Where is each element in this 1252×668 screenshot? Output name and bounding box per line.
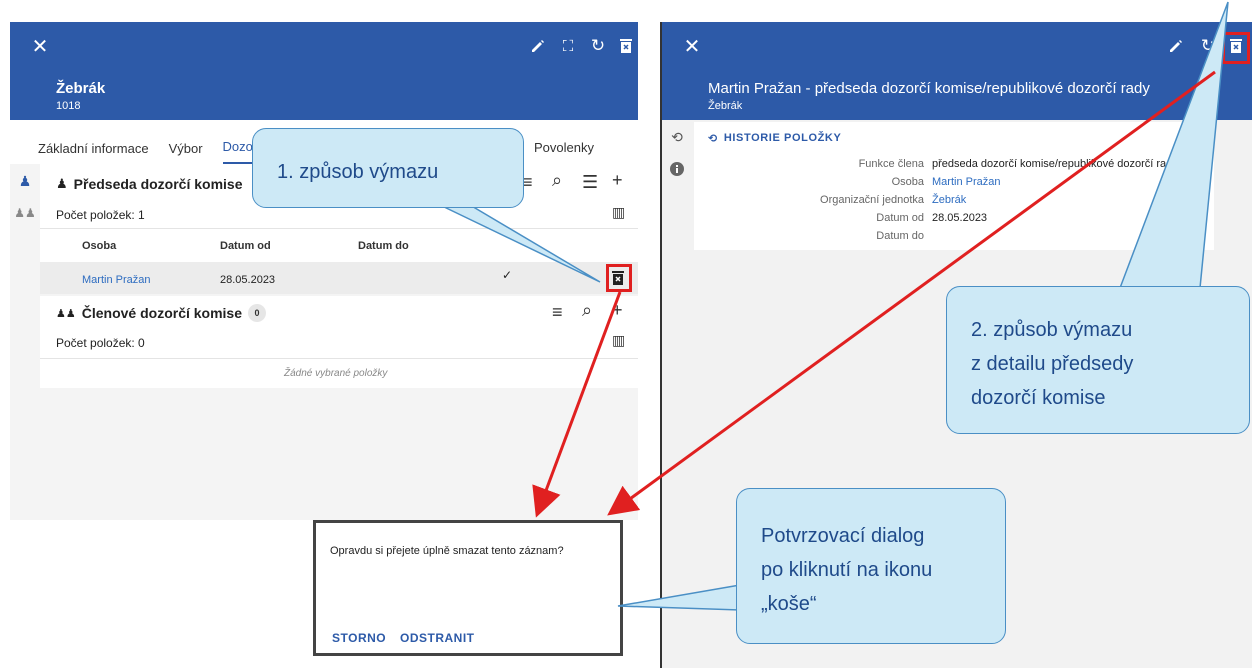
column-header-datum-do[interactable]: Datum do bbox=[358, 240, 409, 252]
callout-2-line1: 2. způsob výmazu bbox=[971, 319, 1133, 341]
row-delete-highlight bbox=[606, 264, 632, 292]
confirm-dialog: Opravdu si přejete úplně smazat tento zá… bbox=[313, 520, 623, 656]
field-value-funkce: předseda dozorčí komise/republikové dozo… bbox=[932, 158, 1178, 170]
right-header: ✕ ↻ Martin Pražan - předseda dozorčí kom… bbox=[662, 22, 1252, 120]
callout-3-line1: Potvrzovací dialog bbox=[761, 525, 925, 547]
fullscreen-icon[interactable]: ⛶ bbox=[558, 36, 578, 56]
section2-title: ♟♟ Členové dozorčí komise 0 bbox=[56, 304, 267, 322]
delete-highlight bbox=[1222, 32, 1250, 64]
tab-povolenky[interactable]: Povolenky bbox=[534, 140, 594, 155]
callout-3-line2: po kliknutí na ikonu bbox=[761, 559, 933, 581]
filter-icon[interactable]: ≡ bbox=[552, 302, 563, 323]
count-badge: 0 bbox=[248, 304, 267, 322]
field-label-org: Organizační jednotka bbox=[820, 194, 924, 206]
callout-3-line3: „koše“ bbox=[761, 593, 817, 615]
callout-1-text: 1. způsob výmazu bbox=[277, 161, 439, 183]
group-icon[interactable]: ♟♟ bbox=[14, 204, 36, 222]
edit-icon[interactable] bbox=[528, 36, 548, 56]
divider bbox=[40, 228, 638, 229]
section1-title-text: Předseda dozorčí komise bbox=[73, 176, 243, 192]
search-icon[interactable]: ⌕ bbox=[552, 170, 562, 191]
history-label: HISTORIE POLOŽKY bbox=[723, 132, 842, 144]
callout-2-line3: dozorčí komise bbox=[971, 387, 1106, 409]
tab-zakladni-informace[interactable]: Základní informace bbox=[38, 141, 149, 164]
refresh-icon[interactable]: ↻ bbox=[588, 36, 608, 56]
side-rail bbox=[662, 120, 692, 668]
row-osoba-link[interactable]: Martin Pražan bbox=[82, 274, 150, 286]
group-icon: ♟♟ bbox=[56, 307, 76, 320]
add-icon[interactable]: + bbox=[612, 300, 623, 321]
close-icon[interactable]: ✕ bbox=[682, 36, 702, 58]
panel-subtitle: 1018 bbox=[56, 100, 81, 112]
info-icon[interactable] bbox=[668, 160, 686, 178]
callout-1: 1. způsob výmazu bbox=[252, 128, 524, 208]
history-link[interactable]: ⟲ HISTORIE POLOŽKY bbox=[708, 132, 841, 145]
dialog-message: Opravdu si přejete úplně smazat tento zá… bbox=[330, 545, 564, 557]
callout-2: 2. způsob výmazu z detailu předsedy dozo… bbox=[946, 286, 1250, 434]
tabs: Základní informace Výbor Dozor bbox=[38, 120, 277, 164]
detail-subtitle: Žebrák bbox=[708, 100, 743, 112]
field-label-datum-do: Datum do bbox=[876, 230, 924, 242]
delete-icon[interactable] bbox=[616, 36, 636, 56]
row-check: ✓ bbox=[502, 268, 513, 282]
refresh-icon[interactable]: ↻ bbox=[1198, 36, 1218, 56]
search-icon[interactable]: ⌕ bbox=[582, 300, 592, 321]
field-label-datum-od: Datum od bbox=[876, 212, 924, 224]
panel-title: Žebrák bbox=[56, 80, 106, 97]
callout-2-line2: z detailu předsedy bbox=[971, 353, 1134, 375]
divider bbox=[40, 358, 638, 359]
column-header-datum-od[interactable]: Datum od bbox=[220, 240, 271, 252]
detail-title: Martin Pražan - předseda dozorčí komise/… bbox=[708, 80, 1150, 97]
section2-title-text: Členové dozorčí komise bbox=[81, 305, 243, 321]
field-label-osoba: Osoba bbox=[891, 176, 924, 188]
field-label-funkce: Funkce člena bbox=[858, 158, 924, 170]
tab-vybor[interactable]: Výbor bbox=[169, 141, 203, 164]
close-icon[interactable]: ✕ bbox=[30, 36, 50, 58]
edit-icon[interactable] bbox=[1166, 36, 1186, 56]
confirm-delete-button[interactable]: ODSTRANIT bbox=[400, 631, 475, 645]
left-panel: ✕ ⛶ ↻ Žebrák 1018 Základní informace Výb… bbox=[10, 22, 638, 520]
columns-icon[interactable]: ▥ bbox=[612, 332, 625, 349]
history-icon: ⟲ bbox=[708, 133, 718, 145]
cancel-button[interactable]: STORNO bbox=[332, 631, 386, 645]
callout-3: Potvrzovací dialog po kliknutí na ikonu … bbox=[736, 488, 1006, 644]
add-icon[interactable]: + bbox=[612, 170, 623, 191]
person-icon[interactable]: ♟ bbox=[16, 172, 34, 190]
row-datum-od: 28.05.2023 bbox=[220, 274, 276, 286]
column-header-osoba[interactable]: Osoba bbox=[82, 240, 116, 252]
list-icon[interactable]: ☰ bbox=[582, 172, 598, 193]
field-value-datum-od: 28.05.2023 bbox=[932, 212, 988, 224]
field-value-org[interactable]: Žebrák bbox=[932, 194, 966, 206]
columns-icon[interactable]: ▥ bbox=[612, 204, 625, 221]
section2-count: Počet položek: 0 bbox=[56, 336, 145, 350]
left-header: ✕ ⛶ ↻ Žebrák 1018 bbox=[10, 22, 638, 120]
field-value-osoba[interactable]: Martin Pražan bbox=[932, 176, 1000, 188]
history-icon[interactable]: ⟲ bbox=[668, 128, 686, 146]
section1-title: ♟ Předseda dozorčí komise bbox=[56, 176, 243, 192]
person-icon: ♟ bbox=[56, 176, 68, 191]
section1-count: Počet položek: 1 bbox=[56, 208, 145, 222]
empty-message: Žádné vybrané položky bbox=[284, 368, 388, 379]
